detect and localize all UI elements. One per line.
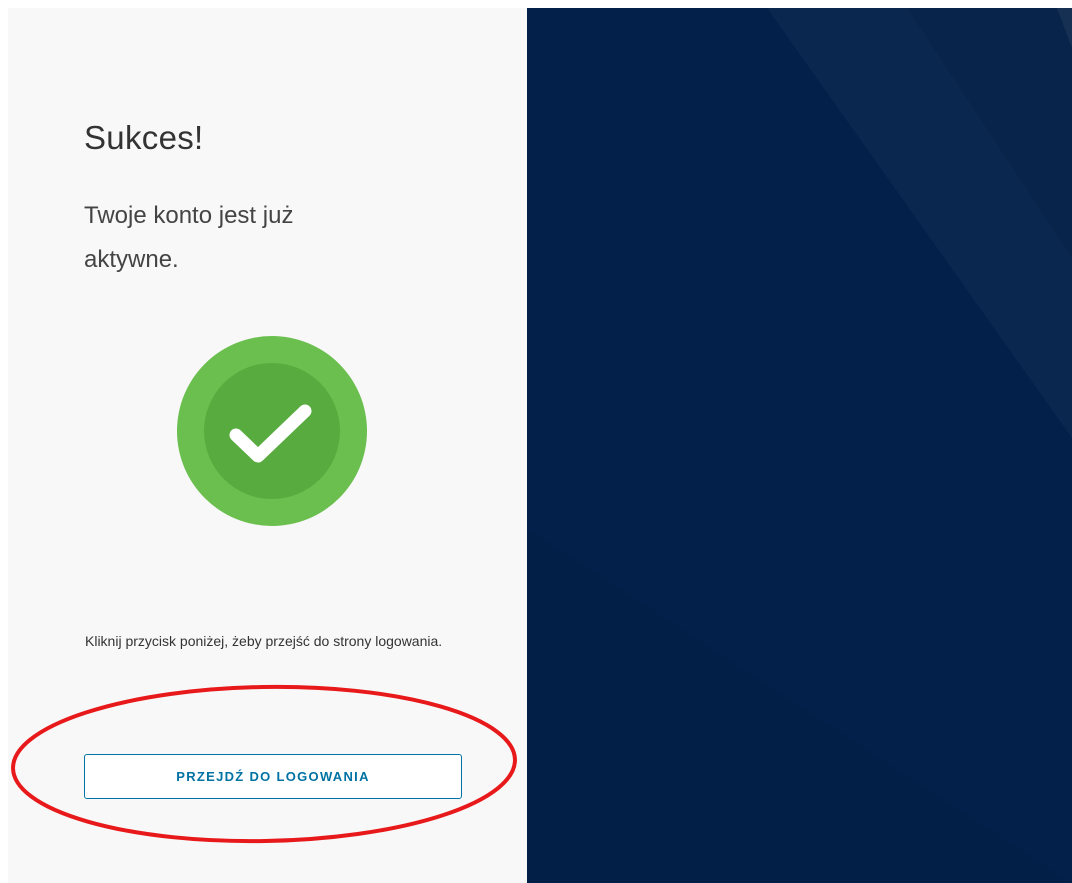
page-root: Sukces! Twoje konto jest już aktywne. Kl…	[0, 0, 1072, 883]
go-to-login-button[interactable]: PRZEJDŹ DO LOGOWANIA	[84, 754, 462, 799]
background-panel	[527, 8, 1072, 883]
page-title: Sukces!	[84, 119, 204, 156]
status-message: Twoje konto jest już aktywne.	[84, 202, 294, 273]
icon-inner-circle	[204, 363, 340, 499]
content-panel: Sukces! Twoje konto jest już aktywne. Kl…	[8, 8, 527, 883]
background-decoration	[527, 8, 1072, 883]
checkmark-circle-icon	[177, 336, 367, 526]
bg-facet	[527, 528, 1072, 883]
instruction-text: Kliknij przycisk poniżej, żeby przejść d…	[85, 633, 443, 649]
